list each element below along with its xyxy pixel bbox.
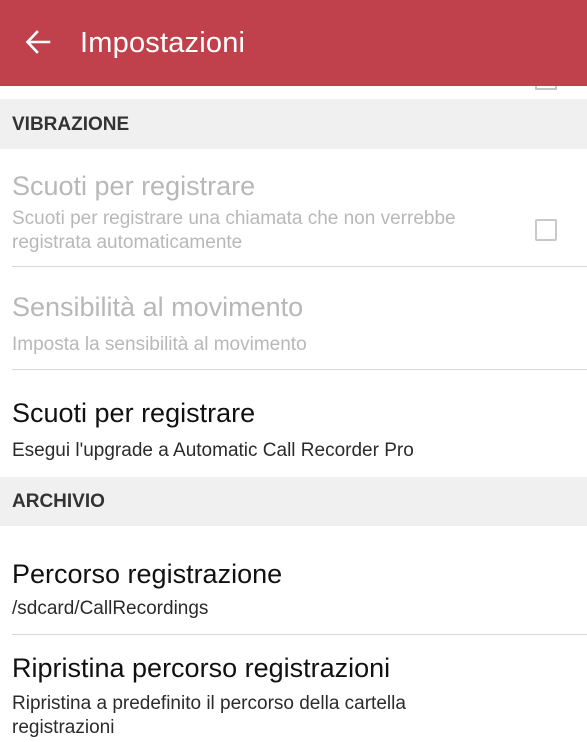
app-bar: Impostazioni bbox=[0, 0, 587, 86]
pref-shake-upgrade[interactable]: Scuoti per registrare Esegui l'upgrade a… bbox=[0, 370, 587, 477]
page-title: Impostazioni bbox=[80, 27, 246, 59]
pref-summary: Imposta la sensibilità al movimento bbox=[12, 334, 307, 355]
pref-recording-path[interactable]: Percorso registrazione /sdcard/CallRecor… bbox=[0, 526, 587, 634]
section-header-label: ARCHIVIO bbox=[12, 491, 105, 512]
arrow-left-icon bbox=[25, 30, 51, 54]
pref-title: Sensibilità al movimento bbox=[12, 292, 304, 322]
pref-shake-to-record[interactable]: Scuoti per registrare Scuoti per registr… bbox=[0, 149, 587, 267]
pref-motion-sensitivity[interactable]: Sensibilità al movimento Imposta la sens… bbox=[0, 267, 587, 369]
pref-title: Scuoti per registrare bbox=[12, 398, 256, 428]
section-header-label: VIBRAZIONE bbox=[12, 114, 130, 135]
section-header-vibrazione: VIBRAZIONE bbox=[0, 99, 587, 149]
pref-summary: /sdcard/CallRecordings bbox=[12, 598, 209, 619]
pref-summary: Ripristina a predefinito il percorso del… bbox=[12, 693, 406, 738]
pref-summary: Scuoti per registrare una chiamata che n… bbox=[12, 208, 456, 253]
pref-summary: Esegui l'upgrade a Automatic Call Record… bbox=[12, 440, 414, 461]
pref-title: Scuoti per registrare bbox=[12, 171, 256, 201]
pref-reset-recording-path[interactable]: Ripristina percorso registrazioni Ripris… bbox=[0, 635, 587, 742]
back-button[interactable] bbox=[20, 24, 56, 60]
pref-title: Percorso registrazione bbox=[12, 559, 283, 589]
pref-title: Ripristina percorso registrazioni bbox=[12, 653, 391, 683]
partial-checkbox[interactable] bbox=[535, 86, 557, 90]
shake-to-record-checkbox[interactable] bbox=[535, 219, 557, 241]
section-header-archivio: ARCHIVIO bbox=[0, 477, 587, 526]
